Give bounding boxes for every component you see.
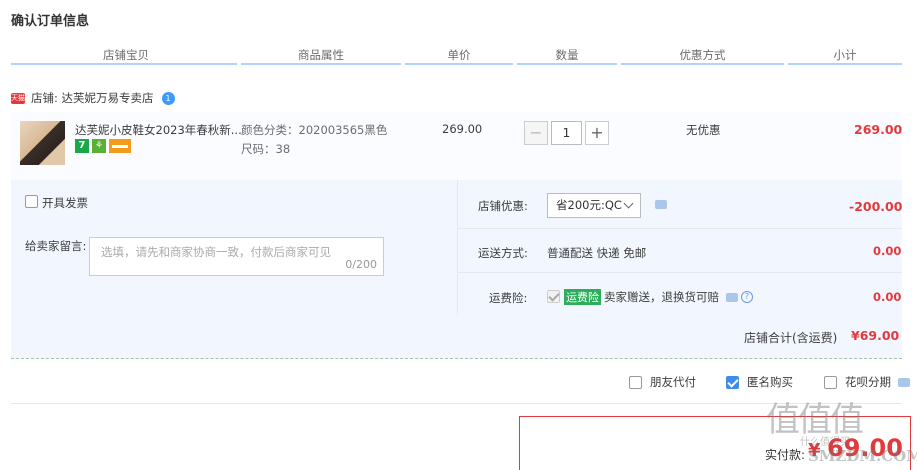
insurance-tag: 运费险 [564,289,601,305]
anonymous-checkbox[interactable] [726,375,739,389]
payment-label: 实付款: [765,448,806,462]
option-huabei[interactable]: 花呗分期 [824,374,910,390]
shop-total-value: ¥69.00 [851,328,900,343]
shop-discount-amount: -200.00 [849,199,903,214]
shop-discount-label: 店铺优惠: [478,199,528,213]
huabei-label: 花呗分期 [845,375,891,389]
shop-row: 天猫 店铺: 达芙妮万易专卖店 1 [11,90,175,106]
product-name-link[interactable]: 达芙妮小皮鞋女2023年春秋新... [75,122,242,138]
row-divider [457,272,902,273]
message-label: 给卖家留言: [25,239,87,253]
shipping-label: 运送方式: [478,246,528,260]
comment-bubble-icon[interactable] [655,200,667,209]
shipping-amount: 0.00 [873,244,902,258]
col-header-attributes: 商品属性 [298,48,344,62]
order-confirm-page: 确认订单信息 店铺宝贝 商品属性 单价 数量 优惠方式 小计 天猫 店铺: 达芙… [0,0,917,470]
unit-price: 269.00 [442,122,483,136]
col-header-quantity: 数量 [555,48,579,62]
comment-bubble-icon[interactable] [726,292,738,302]
quantity-increase-button[interactable]: + [585,121,609,145]
invoice-checkbox[interactable] [25,195,38,208]
header-divider [241,63,401,65]
row-divider [457,228,902,229]
message-placeholder: 选填，请先和商家协商一致，付款后商家可见 [101,245,331,259]
shop-discount-select[interactable]: 省200元:QC [547,193,641,218]
shop-name-link[interactable]: 店铺: 达芙妮万易专卖店 [31,90,154,106]
shop-discount-selected: 省200元:QC [556,198,622,212]
friend-pay-checkbox[interactable] [629,375,642,389]
wangwang-chat-icon[interactable]: 1 [161,91,175,105]
seller-message-input[interactable]: 选填，请先和商家协商一致，付款后商家可见 0/200 [89,237,384,276]
insurance-desc: 卖家赠送，退换货可赔 [604,290,719,304]
header-divider [11,63,237,65]
insurance-label: 运费险: [489,291,528,305]
quantity-decrease-button[interactable]: − [524,121,548,145]
tmall-icon: 天猫 [11,92,25,104]
option-anonymous[interactable]: 匿名购买 [726,374,793,390]
comment-bubble-icon[interactable] [898,377,910,387]
attr-color: 颜色分类：202003565黑色 [241,123,388,137]
header-divider [788,63,902,65]
anonymous-label: 匿名购买 [747,375,793,389]
page-title: 确认订单信息 [11,14,90,29]
attr-size: 尺码：38 [241,142,291,156]
insurance-amount: 0.00 [873,290,902,304]
product-thumbnail[interactable] [20,121,65,165]
header-divider [621,63,784,65]
header-divider [517,63,617,65]
col-header-subtotal: 小计 [833,48,857,62]
shipping-method: 普通配送 快递 免邮 [547,246,647,260]
insurance-checkbox[interactable] [547,290,560,303]
shop-total-label: 店铺合计(含运费) [744,331,838,345]
invoice-label: 开具发票 [42,196,88,210]
item-subtotal: 269.00 [854,122,903,137]
credit-card-icon[interactable] [109,139,131,153]
col-header-unit-price: 单价 [447,48,471,62]
message-char-counter: 0/200 [345,258,377,271]
col-header-discount: 优惠方式 [679,48,726,62]
chevron-down-icon [623,198,634,209]
friend-pay-label: 朋友代付 [650,375,696,389]
header-divider [405,63,513,65]
service-badges: 7 ⚘ [75,139,131,153]
item-discount: 无优惠 [686,123,721,137]
watermark-url: SMZDM.COM [808,447,917,465]
help-icon[interactable]: ? [741,291,753,303]
insurance-info: 运费险 卖家赠送，退换货可赔 ? [564,289,753,305]
huabei-checkbox[interactable] [824,375,837,389]
watermark-sub: 什么值得买 [800,437,850,448]
col-header-shop-item: 店铺宝贝 [103,48,149,62]
option-friend-pay[interactable]: 朋友代付 [629,374,696,390]
guarantee-icon[interactable]: ⚘ [92,139,106,153]
quantity-input[interactable]: 1 [551,121,582,145]
seven-day-return-icon[interactable]: 7 [75,139,89,153]
